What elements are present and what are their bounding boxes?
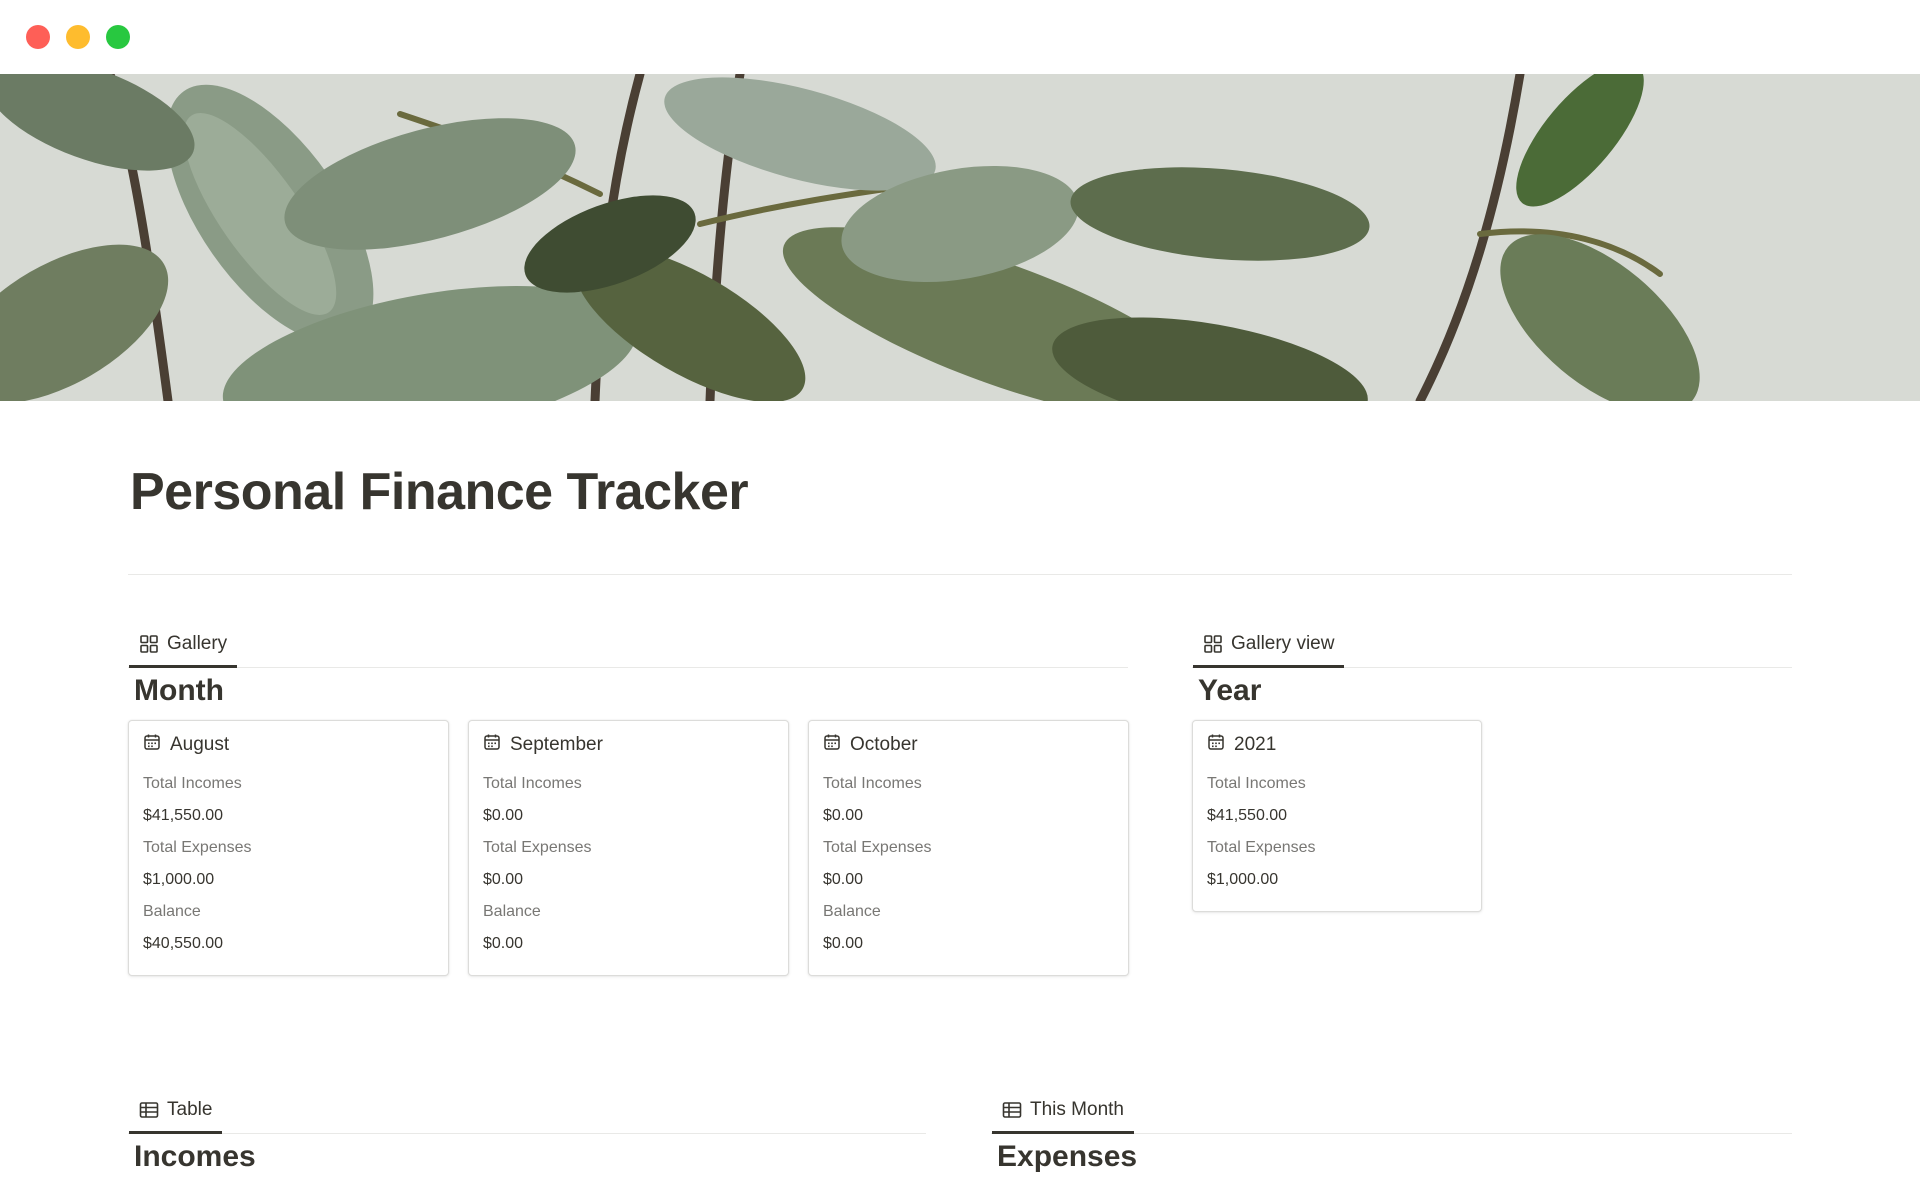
total-expenses-label: Total Expenses bbox=[143, 839, 252, 856]
tab-table[interactable]: Table bbox=[129, 1088, 223, 1134]
total-expenses-label: Total Expenses bbox=[823, 839, 932, 856]
cover-image bbox=[0, 74, 1920, 401]
total-expenses-value: $0.00 bbox=[483, 871, 524, 888]
gallery-card-2021[interactable]: 2021 Total Incomes $41,550.00 Total Expe… bbox=[1192, 720, 1482, 912]
total-incomes-label: Total Incomes bbox=[483, 775, 582, 792]
total-incomes-value: $41,550.00 bbox=[1207, 807, 1288, 824]
view-title: Incomes bbox=[134, 1140, 256, 1173]
total-expenses-value: $1,000.00 bbox=[1207, 871, 1279, 888]
card-title: 2021 bbox=[1234, 733, 1277, 755]
card-title: September bbox=[510, 733, 603, 755]
view-title: Year bbox=[1198, 674, 1262, 707]
total-incomes-value: $0.00 bbox=[483, 807, 524, 824]
month-gallery-view: Gallery Month August Total Incomes $41,5… bbox=[128, 622, 1129, 1002]
year-gallery-view: Gallery view Year 2021 Total Incomes $41… bbox=[1192, 622, 1792, 942]
zoom-window-button[interactable] bbox=[106, 25, 130, 49]
minimize-window-button[interactable] bbox=[66, 25, 90, 49]
gallery-card-august[interactable]: August Total Incomes $41,550.00 Total Ex… bbox=[128, 720, 449, 976]
balance-label: Balance bbox=[143, 903, 201, 920]
total-expenses-value: $0.00 bbox=[823, 871, 864, 888]
window-titlebar bbox=[0, 0, 1920, 74]
gallery-icon bbox=[1203, 634, 1223, 654]
total-incomes-label: Total Incomes bbox=[143, 775, 242, 792]
tab-gallery-view[interactable]: Gallery view bbox=[1193, 622, 1345, 668]
total-incomes-label: Total Incomes bbox=[823, 775, 922, 792]
card-header: 2021 bbox=[1207, 733, 1276, 756]
card-title: August bbox=[170, 733, 230, 755]
card-header: August bbox=[143, 733, 229, 756]
incomes-view-tabs: Table bbox=[128, 1088, 926, 1134]
tab-label: Gallery bbox=[167, 633, 228, 654]
card-header: October bbox=[823, 733, 918, 756]
page-title: Personal Finance Tracker bbox=[130, 463, 749, 521]
balance-value: $0.00 bbox=[823, 935, 864, 952]
balance-value: $40,550.00 bbox=[143, 935, 224, 952]
tab-this-month[interactable]: This Month bbox=[992, 1088, 1134, 1134]
balance-value: $0.00 bbox=[483, 935, 524, 952]
balance-label: Balance bbox=[823, 903, 881, 920]
view-title: Expenses bbox=[997, 1140, 1138, 1173]
view-title: Month bbox=[134, 674, 224, 707]
total-incomes-value: $0.00 bbox=[823, 807, 864, 824]
year-view-tabs: Gallery view bbox=[1192, 622, 1792, 668]
calendar-icon bbox=[143, 733, 161, 756]
tab-label: This Month bbox=[1030, 1099, 1124, 1120]
total-incomes-value: $41,550.00 bbox=[143, 807, 224, 824]
expenses-view-tabs: This Month bbox=[991, 1088, 1792, 1134]
total-expenses-label: Total Expenses bbox=[1207, 839, 1316, 856]
total-expenses-label: Total Expenses bbox=[483, 839, 592, 856]
calendar-icon bbox=[823, 733, 841, 756]
tab-label: Gallery view bbox=[1231, 633, 1335, 654]
title-divider bbox=[128, 574, 1792, 575]
card-title: October bbox=[850, 733, 918, 755]
gallery-icon bbox=[139, 634, 159, 654]
table-icon bbox=[1002, 1101, 1022, 1119]
calendar-icon bbox=[1207, 733, 1225, 756]
incomes-table-view: Table Incomes bbox=[128, 1088, 926, 1200]
tab-label: Table bbox=[167, 1099, 213, 1120]
close-window-button[interactable] bbox=[26, 25, 50, 49]
card-header: September bbox=[483, 733, 603, 756]
expenses-table-view: This Month Expenses bbox=[991, 1088, 1792, 1200]
tab-gallery[interactable]: Gallery bbox=[129, 622, 238, 668]
calendar-icon bbox=[483, 733, 501, 756]
table-icon bbox=[139, 1101, 159, 1119]
gallery-card-october[interactable]: October Total Incomes $0.00 Total Expens… bbox=[808, 720, 1129, 976]
gallery-card-september[interactable]: September Total Incomes $0.00 Total Expe… bbox=[468, 720, 789, 976]
total-incomes-label: Total Incomes bbox=[1207, 775, 1306, 792]
balance-label: Balance bbox=[483, 903, 541, 920]
total-expenses-value: $1,000.00 bbox=[143, 871, 215, 888]
month-view-tabs: Gallery bbox=[128, 622, 1128, 668]
